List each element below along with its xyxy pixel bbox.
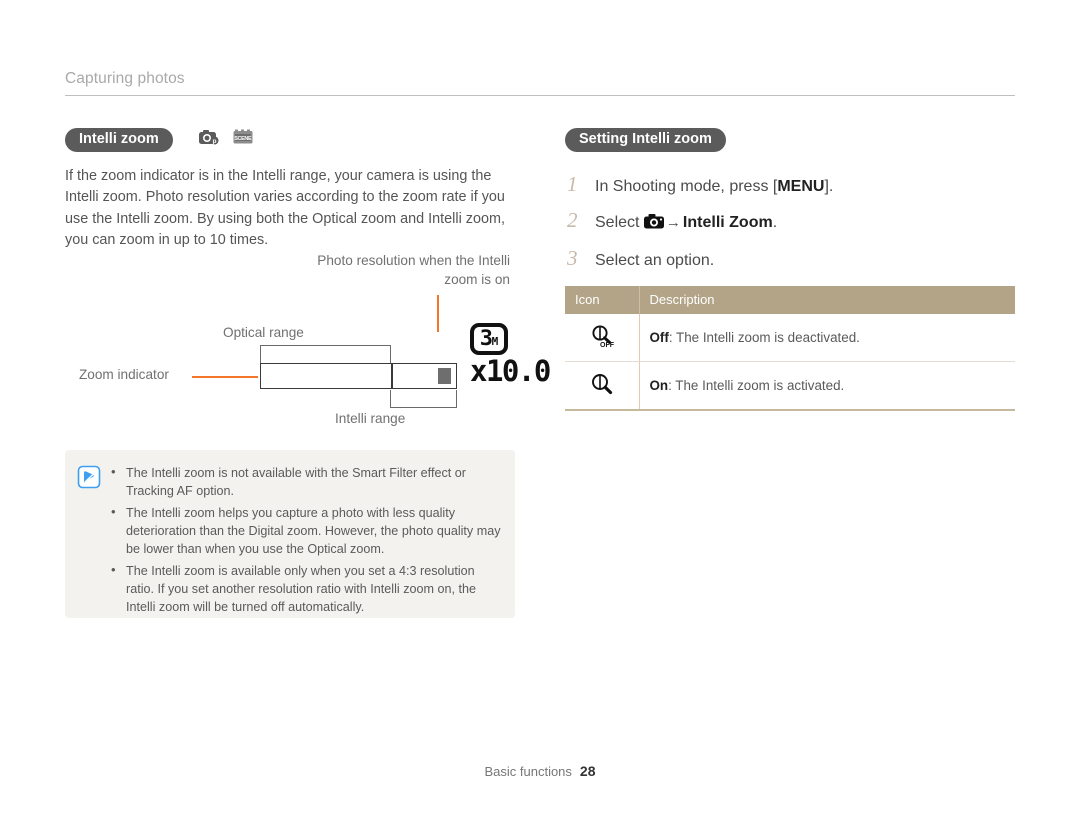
page-header: Capturing photos — [65, 70, 1015, 96]
intelli-range-bracket — [390, 390, 457, 408]
diagram-label-optical-range: Optical range — [223, 325, 304, 340]
svg-text:p: p — [213, 138, 217, 145]
note-box: The Intelli zoom is not available with t… — [65, 450, 515, 618]
steps-list: 1 In Shooting mode, press [MENU]. 2 Select… — [565, 171, 1017, 272]
photo-resolution-unit: M — [491, 335, 499, 348]
program-mode-icon: p — [199, 129, 219, 150]
intelli-zoom-off-icon: OFF — [565, 313, 640, 362]
leader-line-zoom-indicator — [192, 376, 258, 378]
step-bold-menu: MENU — [777, 177, 825, 195]
table-row[interactable]: OFF Off: The Intelli zoom is deactivated… — [565, 313, 1015, 362]
intro-paragraph: If the zoom indicator is in the Intelli … — [65, 167, 505, 249]
list-item: The Intelli zoom helps you capture a pho… — [109, 503, 501, 558]
section-title-intelli-zoom: Intelli zoom — [65, 128, 173, 152]
table-cell-description: On: The Intelli zoom is activated. — [639, 361, 1015, 411]
arrow-icon: → — [665, 213, 681, 231]
svg-text:SCENE: SCENE — [234, 136, 252, 142]
optical-range-bracket — [260, 345, 391, 363]
step-item-1: 1 In Shooting mode, press [MENU]. — [565, 171, 1017, 198]
note-list: The Intelli zoom is not available with t… — [109, 463, 501, 620]
breadcrumb: Capturing photos — [65, 70, 185, 87]
step-text: In Shooting mode, press [ — [595, 177, 778, 195]
camera-icon — [643, 213, 664, 236]
list-item: The Intelli zoom is not available with t… — [109, 463, 501, 500]
step-bold-intelli-zoom: Intelli Zoom — [682, 213, 773, 231]
scene-mode-icon: SCENE — [233, 129, 253, 150]
table-header-row: Icon Description — [565, 285, 1015, 314]
option-label-off: Off — [649, 329, 669, 345]
zoom-indicator-diagram: Photo resolution when the Intelli zoom i… — [65, 245, 551, 435]
step-number: 2 — [567, 207, 578, 232]
zoom-bar-divider — [391, 364, 393, 388]
step-item-3: 3 Select an option. — [565, 245, 1017, 272]
intelli-zoom-on-icon — [565, 361, 640, 411]
options-table: Icon Description OFF Off: The Intelli zo… — [565, 285, 1015, 411]
table-header-description: Description — [639, 285, 1015, 314]
list-item: The Intelli zoom is available only when … — [109, 561, 501, 616]
footer-page-number: 28 — [579, 763, 596, 779]
step-text-after: ]. — [824, 177, 834, 195]
diagram-callout-resolution: Photo resolution when the Intelli zoom i… — [317, 253, 510, 287]
note-pen-icon — [75, 463, 103, 491]
page-footer: Basic functions 28 — [0, 763, 1080, 779]
table-header-icon: Icon — [565, 285, 640, 314]
step-item-2: 2 Select → Intelli Zoom. — [565, 207, 1017, 236]
section-title-setting-intelli-zoom: Setting Intelli zoom — [565, 128, 726, 152]
zoom-indicator-bar — [260, 363, 457, 389]
option-description-on: : The Intelli zoom is activated. — [668, 377, 845, 393]
option-description-off: : The Intelli zoom is deactivated. — [668, 329, 860, 345]
option-label-on: On — [649, 377, 669, 393]
step-number: 1 — [567, 171, 578, 196]
header-divider — [65, 95, 1015, 96]
table-cell-description: Off: The Intelli zoom is deactivated. — [639, 313, 1015, 362]
leader-line-resolution — [437, 295, 439, 332]
right-column: Setting Intelli zoom 1 In Shooting mode, … — [565, 128, 1017, 411]
zoom-bar-thumb — [438, 368, 451, 384]
svg-text:OFF: OFF — [600, 342, 615, 349]
step-text: Select an option. — [595, 251, 715, 269]
step-number: 3 — [567, 245, 578, 270]
step-text-after: . — [772, 213, 778, 231]
footer-chapter: Basic functions — [484, 764, 572, 779]
lcd-readout: 3M x10.0 — [470, 323, 575, 386]
photo-resolution-value: 3 — [479, 326, 493, 350]
table-row[interactable]: On: The Intelli zoom is activated. — [565, 361, 1015, 411]
zoom-factor-value: x10.0 — [470, 354, 551, 388]
diagram-label-zoom-indicator: Zoom indicator — [79, 367, 169, 382]
step-text: Select — [595, 213, 644, 231]
diagram-label-intelli-range: Intelli range — [335, 411, 406, 426]
mode-icon-group: p SCENE — [199, 129, 261, 150]
photo-resolution-badge: 3M — [470, 323, 509, 355]
